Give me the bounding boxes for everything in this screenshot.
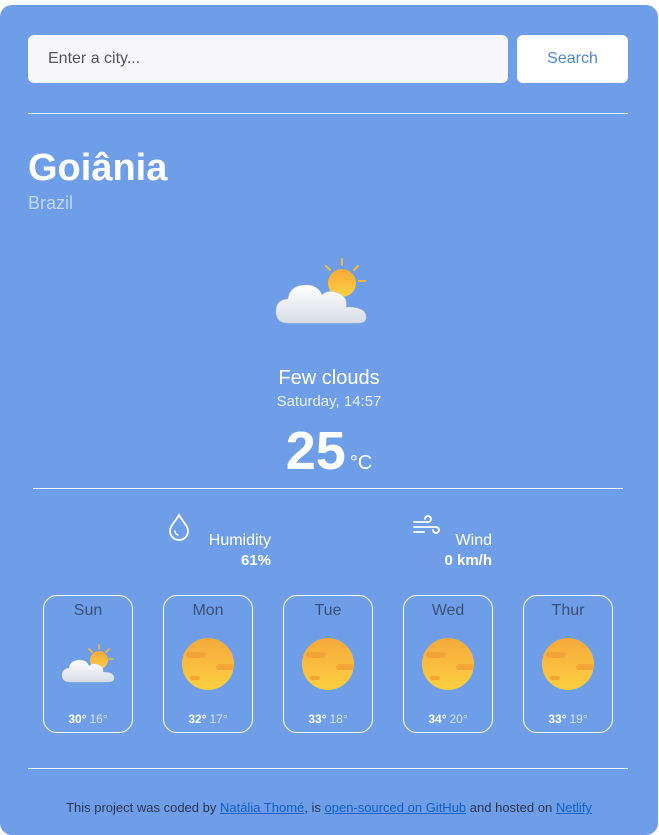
forecast-temps: 32° 17° [164,712,252,726]
forecast-max: 33° [548,712,567,726]
city-name: Goiânia [28,147,168,189]
country-name: Brazil [28,193,74,213]
search-button[interactable]: Search [517,35,628,83]
wind-label: Wind [455,532,492,549]
top-divider [28,113,628,114]
weather-card: Search Goiânia Brazil Few clouds Saturda… [0,5,658,835]
forecast-min: 16° [89,712,108,726]
forecast-min: 18° [329,712,348,726]
forecast-max: 34° [428,712,447,726]
search-form: Search [28,35,628,83]
water-drop-icon [169,513,189,541]
humidity-value: 61% [240,552,271,569]
netlify-link[interactable]: Netlify [556,800,592,815]
forecast-day-name: Mon [192,602,224,619]
bottom-divider [28,768,628,769]
sun-haze-icon [182,638,234,690]
forecast-temps: 30° 16° [44,712,132,726]
footer: This project was coded by Natália Thomé,… [0,800,658,815]
forecast-day-name: Wed [431,602,465,619]
current-temperature: 25 °C [0,420,658,482]
footer-text: , is [304,800,325,815]
forecast-day-name: Thur [551,602,585,619]
forecast-min: 20° [449,712,468,726]
forecast-day-card: Mon 32° 17° [163,595,253,733]
forecast-day-card: Thur 33° 19° [523,595,613,733]
humidity-metric: Humidity 61% [165,512,275,572]
forecast-max: 33° [308,712,327,726]
few-clouds-icon [275,258,367,324]
footer-text: and hosted on [466,800,556,815]
forecast-min: 17° [209,712,228,726]
humidity-label: Humidity [208,532,271,549]
sun-haze-icon [422,638,474,690]
forecast-min: 19° [569,712,588,726]
sun-haze-icon [542,638,594,690]
forecast-day-card: Wed 34° 20° [403,595,493,733]
few-clouds-icon [61,644,115,683]
wind-icon [413,515,440,534]
temperature-unit[interactable]: °C [350,452,372,474]
forecast-day-name: Tue [314,602,342,619]
forecast-day-card: Tue 33° 18° [283,595,373,733]
forecast-max: 32° [188,712,207,726]
temperature-value: 25 [285,421,346,481]
footer-text: This project was coded by [66,800,220,815]
forecast-temps: 34° 20° [404,712,492,726]
forecast-temps: 33° 19° [524,712,612,726]
weather-condition: Few clouds [278,367,380,389]
forecast-max: 30° [68,712,87,726]
search-input[interactable] [28,35,508,83]
forecast-day-card: Sun 30° 16° [43,595,133,733]
github-link[interactable]: open-sourced on GitHub [325,800,467,815]
forecast-temps: 33° 18° [284,712,372,726]
author-link[interactable]: Natália Thomé [220,800,304,815]
wind-value: 0 km/h [444,552,492,569]
date-time: Saturday, 14:57 [276,393,382,410]
sun-haze-icon [302,638,354,690]
wind-metric: Wind 0 km/h [412,512,496,572]
forecast-day-name: Sun [73,602,103,619]
middle-divider [33,488,623,489]
